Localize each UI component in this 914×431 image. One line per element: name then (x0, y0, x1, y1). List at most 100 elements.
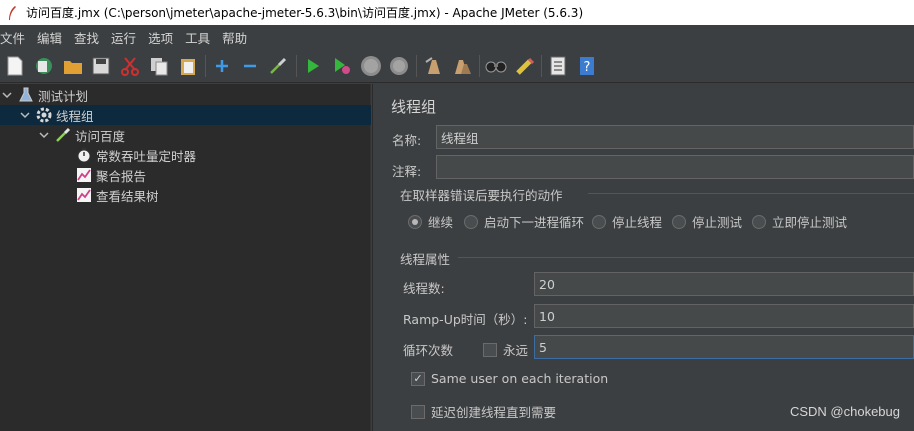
function-helper-icon[interactable] (546, 54, 570, 78)
tree-node-label: 查看结果树 (96, 188, 159, 204)
chevron-down-icon[interactable] (20, 110, 30, 120)
group-border (588, 193, 914, 194)
comment-field[interactable] (436, 155, 914, 179)
help-icon[interactable]: ? (575, 54, 599, 78)
new-icon[interactable] (3, 54, 27, 78)
pipette-icon (55, 127, 71, 143)
tree-node-sampler[interactable]: 访问百度 (39, 125, 125, 145)
window-title-bar: 访问百度.jmx (C:\person\jmeter\apache-jmeter… (0, 0, 914, 25)
panel-title: 线程组 (391, 98, 437, 116)
radio-stop-test-now[interactable]: 立即停止测试 (752, 212, 847, 231)
open-icon[interactable] (61, 54, 85, 78)
svg-text:?: ? (584, 60, 591, 75)
tree-node-label: 聚合报告 (96, 168, 147, 184)
rampup-field[interactable]: 10 (534, 304, 914, 328)
radio-label: 停止测试 (692, 215, 743, 230)
tree-node-thread-group[interactable]: 线程组 (0, 105, 371, 125)
loop-count-field[interactable]: 5 (534, 335, 914, 359)
toolbar-separator (295, 54, 297, 77)
radio-icon (752, 214, 766, 229)
checkbox-label: 延迟创建线程直到需要 (431, 405, 557, 420)
paste-icon[interactable] (176, 54, 200, 78)
search-icon[interactable] (484, 54, 508, 78)
radio-icon (672, 214, 686, 229)
tree-node-results-tree[interactable]: 查看结果树 (76, 185, 159, 205)
test-plan-tree: 测试计划 线程组 访问百度 常数吞吐量定时器 聚合报告 查看结果树 (0, 84, 371, 431)
threads-field[interactable]: 20 (534, 272, 914, 296)
menu-options[interactable]: 选项 (148, 28, 179, 47)
clear-all-icon[interactable] (450, 54, 474, 78)
thread-group-panel: 线程组 名称: 线程组 注释: 在取样器错误后要执行的动作 继续 启动下一进程循… (382, 84, 914, 431)
pane-splitter[interactable] (372, 84, 382, 431)
forever-checkbox[interactable]: 永远 (483, 340, 528, 359)
threads-label: 线程数: (403, 281, 445, 296)
stopwatch-icon (76, 147, 92, 163)
radio-label: 启动下一进程循环 (484, 215, 585, 230)
jmeter-feather-icon (9, 5, 16, 20)
menu-run[interactable]: 运行 (111, 28, 142, 47)
copy-icon[interactable] (147, 54, 171, 78)
group-border (458, 257, 914, 258)
tree-node-label: 常数吞吐量定时器 (96, 148, 197, 164)
clear-icon[interactable] (421, 54, 445, 78)
menu-help[interactable]: 帮助 (222, 28, 253, 47)
checkbox-label: Same user on each iteration (431, 371, 609, 386)
shutdown-icon[interactable] (387, 54, 411, 78)
start-icon[interactable] (301, 54, 325, 78)
delay-thread-creation-checkbox[interactable]: 延迟创建线程直到需要 (411, 402, 556, 421)
toolbar: ? (0, 49, 914, 83)
radio-continue[interactable]: 继续 (408, 212, 453, 231)
radio-label: 停止线程 (612, 215, 663, 230)
tree-node-test-plan[interactable]: 测试计划 (2, 85, 88, 105)
comment-label: 注释: (392, 164, 422, 179)
name-field[interactable]: 线程组 (436, 125, 914, 149)
toolbar-separator (204, 54, 206, 77)
toolbar-separator (416, 54, 418, 77)
collapse-icon[interactable] (238, 54, 262, 78)
expand-icon[interactable] (210, 54, 234, 78)
chart-icon (76, 167, 92, 183)
same-user-checkbox[interactable]: ✓ Same user on each iteration (411, 371, 608, 386)
radio-selected-icon (408, 214, 422, 229)
flask-icon (18, 87, 34, 103)
toolbar-separator (478, 54, 480, 77)
templates-icon[interactable] (32, 54, 56, 78)
checkbox-icon (411, 404, 425, 419)
radio-icon (464, 214, 478, 229)
error-action-group-title: 在取样器错误后要执行的动作 (400, 188, 563, 203)
name-label: 名称: (392, 133, 422, 148)
radio-icon (592, 214, 606, 229)
tree-node-label: 访问百度 (75, 128, 126, 144)
chart-icon (76, 187, 92, 203)
radio-label: 继续 (428, 215, 454, 230)
tree-node-label: 测试计划 (38, 88, 89, 104)
cut-icon[interactable] (118, 54, 142, 78)
loop-count-label: 循环次数 (403, 343, 454, 358)
start-no-pauses-icon[interactable] (330, 54, 354, 78)
checkbox-icon (483, 342, 497, 357)
reset-search-icon[interactable] (513, 54, 537, 78)
menu-file[interactable]: 文件 (0, 28, 31, 47)
menu-search[interactable]: 查找 (74, 28, 105, 47)
radio-stop-thread[interactable]: 停止线程 (592, 212, 662, 231)
chevron-down-icon[interactable] (2, 90, 12, 100)
radio-label: 立即停止测试 (772, 215, 848, 230)
chevron-down-icon[interactable] (39, 130, 49, 140)
tree-node-timer[interactable]: 常数吞吐量定时器 (76, 145, 196, 165)
save-icon[interactable] (89, 54, 113, 78)
toolbar-separator (541, 54, 543, 77)
radio-stop-test[interactable]: 停止测试 (672, 212, 742, 231)
menu-edit[interactable]: 编辑 (37, 28, 68, 47)
watermark: CSDN @chokebug (789, 404, 900, 419)
check-icon: ✓ (411, 371, 425, 386)
stop-icon[interactable] (359, 54, 383, 78)
tree-node-label: 线程组 (56, 108, 94, 124)
window-title: 访问百度.jmx (C:\person\jmeter\apache-jmeter… (26, 6, 584, 20)
menu-tools[interactable]: 工具 (185, 28, 216, 47)
rampup-label: Ramp-Up时间（秒）: (403, 312, 528, 327)
radio-start-next-loop[interactable]: 启动下一进程循环 (464, 212, 584, 231)
menu-bar: 文件 编辑 查找 运行 选项 工具 帮助 (0, 25, 914, 49)
gear-icon (36, 107, 52, 123)
toggle-icon[interactable] (267, 54, 291, 78)
tree-node-aggregate-report[interactable]: 聚合报告 (76, 165, 146, 185)
